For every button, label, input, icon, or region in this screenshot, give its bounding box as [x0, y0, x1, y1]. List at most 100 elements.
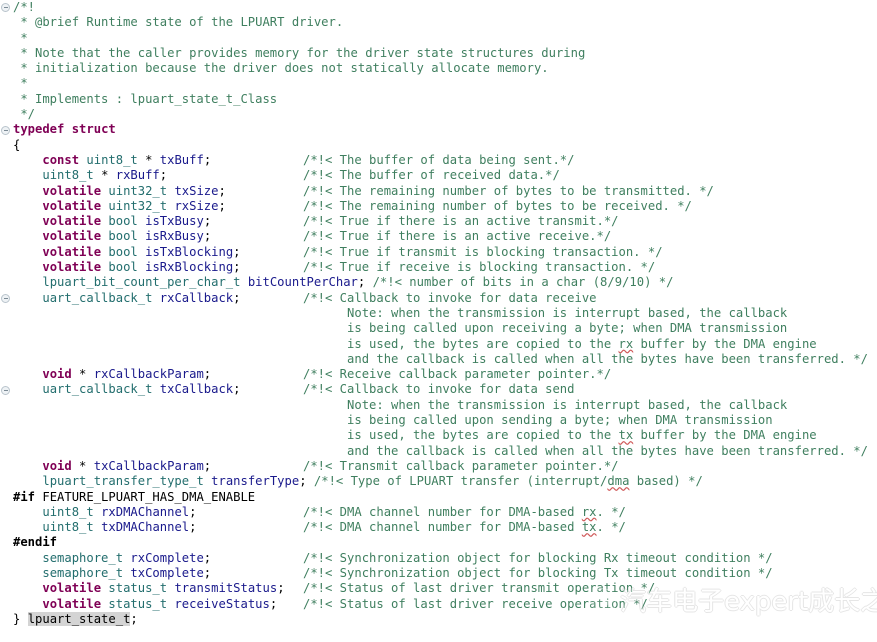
- token-ppid: FEATURE_LPUART_HAS_DMA_ENABLE: [42, 489, 256, 504]
- code-line[interactable]: volatile bool isRxBlocking; /*!< True if …: [0, 260, 877, 275]
- code-line[interactable]: void * rxCallbackParam; /*!< Receive call…: [0, 367, 877, 382]
- code-line[interactable]: /*!: [0, 0, 877, 15]
- code-line-comment: and the callback is called when all the …: [303, 351, 868, 366]
- code-text-area[interactable]: /*! * @brief Runtime state of the LPUART…: [0, 0, 877, 642]
- code-line-comment: /*!< Transmit callback parameter pointer…: [303, 458, 619, 473]
- token-id: isTxBusy: [145, 214, 204, 229]
- code-line[interactable]: * Note that the caller provides memory f…: [0, 46, 877, 61]
- code-line[interactable]: and the callback is called when all the …: [0, 444, 877, 459]
- token-typ: lpuart_transfer_type_t: [42, 474, 204, 489]
- token-typ: bool: [108, 260, 138, 275]
- token-plain: ;: [203, 565, 212, 580]
- token-kw: volatile: [42, 198, 102, 213]
- code-line[interactable]: lpuart_bit_count_per_char_t bitCountPerC…: [0, 275, 877, 290]
- token-id: isRxBlocking: [145, 260, 234, 275]
- token-kw: void: [42, 458, 72, 473]
- code-line[interactable]: volatile bool isTxBusy; /*!< True if ther…: [0, 214, 877, 229]
- spellcheck-squiggle: tx: [618, 428, 634, 443]
- code-line[interactable]: uint8_t * rxBuff; /*!< The buffer of rece…: [0, 168, 877, 183]
- token-id: txComplete: [130, 565, 204, 580]
- token-typ: uart_callback_t: [42, 290, 153, 305]
- code-line[interactable]: void * txCallbackParam; /*!< Transmit cal…: [0, 459, 877, 474]
- token-plain: ;: [233, 260, 241, 275]
- code-line-comment: Note: when the transmission is interrupt…: [303, 305, 788, 320]
- spellcheck-squiggle: dma: [607, 474, 630, 489]
- code-line[interactable]: lpuart_transfer_type_t transferType; /*!…: [0, 474, 877, 489]
- code-line[interactable]: uint8_t rxDMAChannel; /*!< DMA channel nu…: [0, 505, 877, 520]
- code-line-comment: /*!< The buffer of received data.*/: [303, 168, 560, 183]
- code-line[interactable]: volatile status_t transmitStatus; /*!< St…: [0, 581, 877, 596]
- code-line-tokens: uart_callback_t txCallback;: [0, 382, 240, 397]
- code-line[interactable]: semaphore_t txComplete; /*!< Synchronizat…: [0, 566, 877, 581]
- token-typ: uint32_t: [108, 183, 168, 198]
- token-kw: const: [42, 152, 80, 167]
- code-line-tokens: #if FEATURE_LPUART_HAS_DMA_ENABLE: [0, 490, 255, 505]
- code-line-tokens: semaphore_t rxComplete;: [0, 551, 211, 566]
- code-line[interactable]: volatile uint32_t rxSize; /*!< The remain…: [0, 199, 877, 214]
- token-cmt: * @brief Runtime state of the LPUART dri…: [13, 15, 344, 30]
- token-id: bitCountPerChar: [247, 275, 358, 290]
- code-line[interactable]: volatile status_t receiveStatus; /*!< Sta…: [0, 597, 877, 612]
- token-id: transferType: [211, 474, 300, 489]
- code-line-comment: /*!< The remaining number of bytes to be…: [303, 183, 714, 198]
- code-line[interactable]: is being called upon receiving a byte; w…: [0, 321, 877, 336]
- code-line[interactable]: volatile bool isTxBlocking; /*!< True if …: [0, 245, 877, 260]
- code-line[interactable]: is used, the bytes are copied to the rx …: [0, 337, 877, 352]
- token-plain: ;: [203, 458, 212, 473]
- token-sel: lpuart_state_t: [27, 611, 131, 626]
- token-pp: #endif: [13, 535, 58, 550]
- code-line[interactable]: * initialization because the driver does…: [0, 61, 877, 76]
- code-line[interactable]: {: [0, 138, 877, 153]
- spellcheck-squiggle: rx: [581, 504, 597, 519]
- token-kw: void: [42, 367, 72, 382]
- code-line[interactable]: #if FEATURE_LPUART_HAS_DMA_ENABLE: [0, 490, 877, 505]
- code-line[interactable]: volatile bool isRxBusy; /*!< True if ther…: [0, 229, 877, 244]
- token-plain: ;: [159, 168, 168, 183]
- code-editor-view[interactable]: /*! * @brief Runtime state of the LPUART…: [0, 0, 877, 642]
- code-line[interactable]: * @brief Runtime state of the LPUART dri…: [0, 15, 877, 30]
- code-line[interactable]: Note: when the transmission is interrupt…: [0, 398, 877, 413]
- token-id: txDMAChannel: [101, 520, 190, 535]
- code-line[interactable]: const uint8_t * txBuff; /*!< The buffer o…: [0, 153, 877, 168]
- code-line[interactable]: *: [0, 31, 877, 46]
- token-id: rxCallback: [159, 290, 234, 305]
- token-typ: status_t: [108, 596, 168, 611]
- token-kw: volatile: [42, 581, 102, 596]
- token-cmt: * Note that the caller provides memory f…: [13, 45, 586, 60]
- token-plain: ;: [189, 504, 197, 519]
- token-kw: volatile: [42, 596, 102, 611]
- token-typ: status_t: [108, 581, 168, 596]
- code-line-tokens: semaphore_t txComplete;: [0, 566, 211, 581]
- code-line[interactable]: is used, the bytes are copied to the tx …: [0, 428, 877, 443]
- code-line[interactable]: is being called upon sending a byte; whe…: [0, 413, 877, 428]
- code-line[interactable]: uart_callback_t rxCallback; /*!< Callback…: [0, 291, 877, 306]
- token-plain: *: [71, 367, 94, 382]
- code-line[interactable]: #endif: [0, 535, 877, 550]
- code-line[interactable]: } lpuart_state_t;: [0, 611, 877, 627]
- code-line[interactable]: uint8_t txDMAChannel; /*!< DMA channel nu…: [0, 520, 877, 535]
- code-line-comment: /*!< Callback to invoke for data send: [303, 382, 575, 397]
- code-line[interactable]: * Implements : lpuart_state_t_Class: [0, 92, 877, 107]
- code-line-tokens: uint8_t txDMAChannel;: [0, 520, 196, 535]
- code-line[interactable]: uart_callback_t txCallback; /*!< Callback…: [0, 382, 877, 397]
- token-cmt: /*!< number of bits in a char (8/9/10) *…: [372, 275, 674, 290]
- code-line[interactable]: *: [0, 76, 877, 91]
- code-line[interactable]: semaphore_t rxComplete; /*!< Synchronizat…: [0, 551, 877, 566]
- code-line[interactable]: */: [0, 107, 877, 122]
- code-line[interactable]: typedef struct: [0, 122, 877, 137]
- token-id: transmitStatus: [174, 581, 278, 596]
- code-line[interactable]: volatile uint32_t txSize; /*!< The remain…: [0, 184, 877, 199]
- token-cmt: /*!: [13, 0, 36, 14]
- code-line[interactable]: and the callback is called when all the …: [0, 352, 877, 367]
- code-line[interactable]: Note: when the transmission is interrupt…: [0, 306, 877, 321]
